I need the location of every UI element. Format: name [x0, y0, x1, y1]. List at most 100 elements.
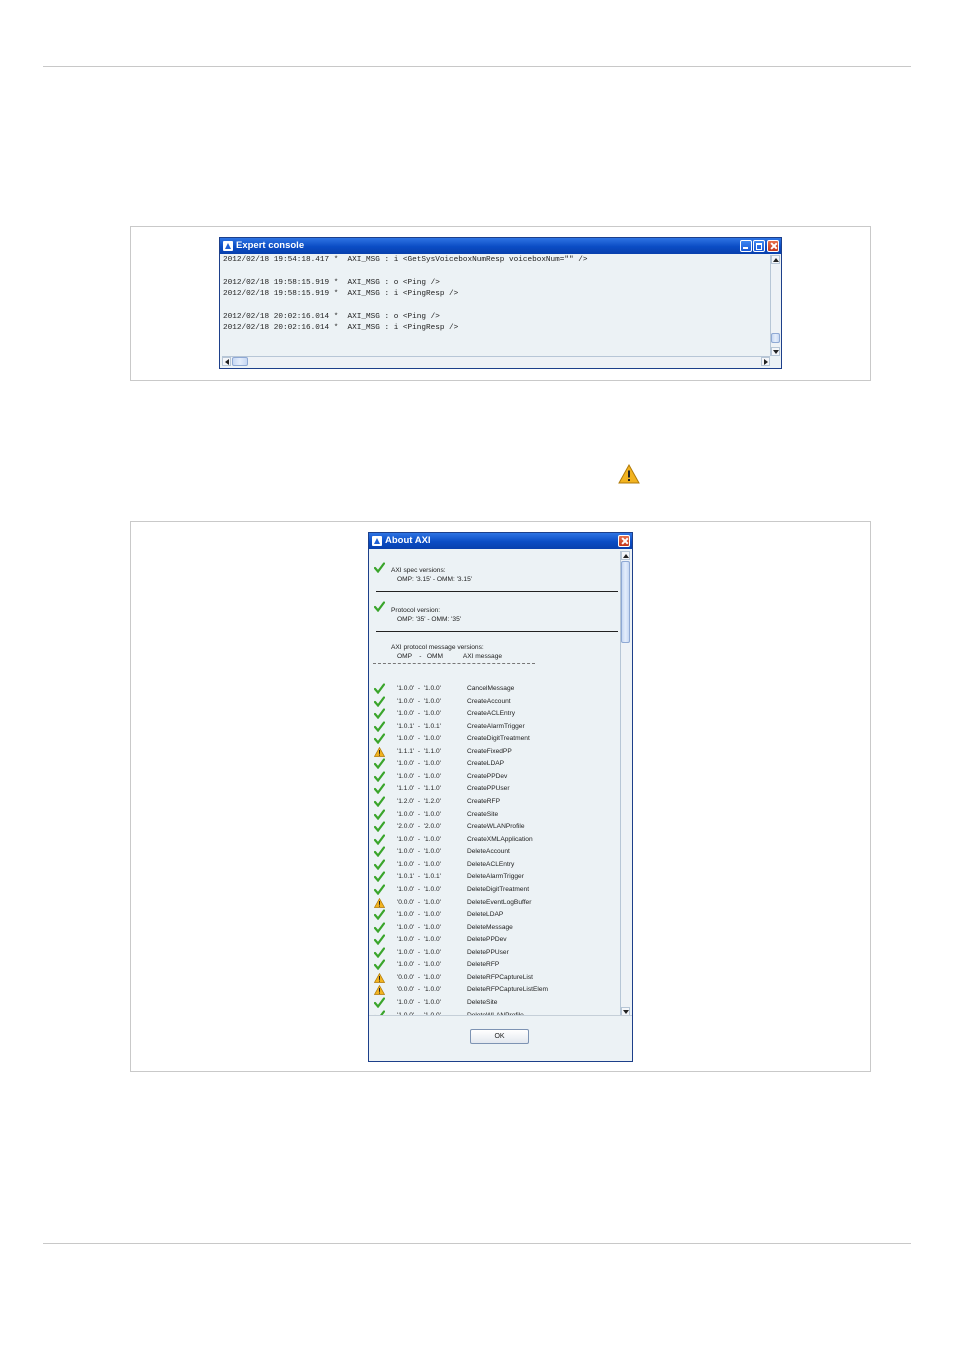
spec-versions-label: AXI spec versions:: [391, 567, 446, 574]
check-icon: [374, 884, 385, 895]
message-name: CreateLDAP: [467, 760, 505, 768]
protocol-version-label: Protocol version:: [391, 607, 441, 614]
top-rule: [43, 66, 911, 67]
console-line: 2012/02/18 19:58:15.919 * AXI_MSG : o <P…: [223, 278, 440, 287]
version-pair: '1.0.0' - '1.0.0': [397, 685, 441, 692]
message-version-row: '1.0.1' - '1.0.1' DeleteAlarmTrigger: [371, 871, 619, 884]
message-name: CreateDigitTreatment: [467, 735, 530, 743]
minimize-button[interactable]: [740, 240, 752, 252]
message-version-row: '1.0.0' - '1.0.0' DeleteMessage: [371, 922, 619, 935]
console-vertical-scrollbar[interactable]: [770, 255, 780, 356]
check-icon: [374, 758, 385, 770]
message-version-row: '1.1.0' - '1.1.0' CreatePPUser: [371, 783, 619, 796]
scroll-up-arrow-icon[interactable]: [771, 255, 780, 264]
scroll-left-arrow-icon[interactable]: [222, 357, 231, 366]
scroll-right-arrow-icon[interactable]: [761, 357, 770, 366]
console-log[interactable]: 2012/02/18 19:54:18.417 * AXI_MSG : i <G…: [222, 256, 768, 352]
message-version-row: '1.0.0' - '1.0.0' CreateAccount: [371, 695, 619, 709]
version-pair: '1.0.0' - '1.0.0': [397, 735, 441, 743]
message-version-row: '1.0.0' - '1.0.0' DeleteDigitTreatment: [371, 884, 619, 897]
maximize-button[interactable]: [753, 240, 765, 252]
message-name: DeleteRFPCaptureListElem: [467, 986, 548, 994]
message-version-row: '1.0.0' - '1.0.0' DeleteLDAP: [371, 909, 619, 922]
figure-about-axi: About AXI AXI spec versions: OMP: '3.15'…: [130, 521, 871, 1072]
close-button[interactable]: [618, 535, 630, 547]
scroll-up-arrow-icon[interactable]: [621, 551, 630, 560]
version-pair: '1.0.0' - '1.0.0': [397, 772, 441, 780]
scroll-thumb[interactable]: [621, 561, 630, 643]
check-icon: [374, 733, 385, 745]
check-icon: [374, 796, 385, 808]
check-icon: [374, 562, 385, 573]
check-icon: [374, 859, 385, 870]
message-name: CreateFixedPP: [467, 747, 512, 755]
message-name: DeleteDigitTreatment: [467, 885, 530, 893]
message-name: CancelMessage: [467, 685, 515, 692]
version-pair: '1.0.1' - '1.0.1': [397, 722, 441, 730]
console-line: 2012/02/18 19:54:18.417 * AXI_MSG : i <G…: [223, 256, 588, 264]
console-line: 2012/02/18 20:02:16.014 * AXI_MSG : i <P…: [223, 323, 459, 332]
message-version-row: '1.0.0' - '1.0.0' CreateSite: [371, 808, 619, 822]
dashed-separator: [373, 663, 535, 664]
version-pair: '1.0.0' - '1.0.0': [397, 810, 441, 818]
version-pair: '0.0.0' - '1.0.0': [397, 986, 441, 994]
version-pair: '1.0.1' - '1.0.1': [397, 873, 441, 881]
app-icon: [372, 536, 382, 546]
message-name: DeletePPDev: [467, 936, 507, 944]
check-icon: [374, 959, 385, 971]
message-name: DeleteAlarmTrigger: [467, 873, 524, 881]
message-version-row: '1.0.0' - '1.0.0' CreateXMLApplication: [371, 834, 619, 847]
expert-console-titlebar[interactable]: Expert console: [220, 238, 781, 254]
check-icon: [374, 783, 385, 795]
message-version-row: '0.0.0' - '1.0.0' DeleteRFPCaptureList: [371, 972, 619, 985]
horizontal-scroll-thumb[interactable]: [232, 357, 248, 366]
version-pair: '1.0.0' - '1.0.0': [397, 885, 441, 893]
message-version-row: '1.0.0' - '1.0.0' DeleteRFP: [371, 959, 619, 972]
console-horizontal-scrollbar[interactable]: [222, 356, 770, 366]
message-version-row: '1.0.0' - '1.0.0' CreateDigitTreatment: [371, 733, 619, 746]
spec-versions-values: OMP: '3.15' - OMM: '3.15': [397, 576, 473, 583]
check-icon: [374, 683, 385, 694]
message-name: CreateRFP: [467, 798, 500, 806]
message-name: CreateXMLApplication: [467, 835, 533, 843]
separator: [376, 591, 618, 592]
app-icon: [223, 241, 233, 251]
message-name: DeleteMessage: [467, 923, 513, 931]
check-icon: [374, 922, 385, 933]
check-icon: [374, 771, 385, 782]
message-version-row: '0.0.0' - '1.0.0' DeleteEventLogBuffer: [371, 897, 619, 910]
message-version-row: '1.0.0' - '1.0.0' DeletePPUser: [371, 947, 619, 960]
close-button[interactable]: [767, 240, 779, 252]
check-icon: [374, 934, 385, 946]
message-versions-header: OMP - OMM AXI message: [397, 653, 503, 660]
about-axi-window: About AXI AXI spec versions: OMP: '3.15'…: [368, 532, 633, 1062]
check-icon: [374, 909, 385, 921]
scroll-down-arrow-icon[interactable]: [771, 347, 780, 356]
about-vertical-scrollbar[interactable]: [620, 551, 630, 1016]
version-pair: '1.0.0' - '1.0.0': [397, 710, 441, 718]
message-version-row: '1.0.0' - '1.0.0' CreateACLEntry: [371, 708, 619, 721]
scroll-thumb[interactable]: [771, 333, 780, 343]
message-version-row: '0.0.0' - '1.0.0' DeleteRFPCaptureListEle…: [371, 984, 619, 997]
window-title: About AXI: [385, 535, 431, 546]
message-name: DeleteSite: [467, 999, 498, 1006]
expert-console-window: Expert console 2012/02/18 19:54:18.417 *…: [219, 237, 782, 369]
message-version-row: '1.1.1' - '1.1.0' CreateFixedPP: [371, 746, 619, 759]
message-name: CreateSite: [467, 810, 499, 818]
check-icon: [374, 721, 385, 732]
check-icon: [374, 871, 385, 883]
version-pair: '1.0.0' - '1.0.0': [397, 835, 441, 843]
message-name: CreateWLANProfile: [467, 823, 525, 831]
version-pair: '1.1.0' - '1.1.0': [397, 785, 441, 793]
version-pair: '0.0.0' - '1.0.0': [397, 898, 441, 906]
message-name: CreatePPUser: [467, 785, 510, 793]
version-pair: '1.0.0' - '1.0.0': [397, 936, 441, 944]
message-version-row: '1.2.0' - '1.2.0' CreateRFP: [371, 796, 619, 809]
message-version-row: '1.0.0' - '1.0.0' CreatePPDev: [371, 771, 619, 784]
warning-icon: [374, 972, 385, 983]
message-version-row: '2.0.0' - '2.0.0' CreateWLANProfile: [371, 821, 619, 834]
version-pair: '1.0.0' - '1.0.0': [397, 948, 441, 956]
about-axi-titlebar[interactable]: About AXI: [369, 533, 632, 549]
message-name: DeleteRFPCaptureList: [467, 973, 533, 981]
ok-button[interactable]: OK: [470, 1029, 529, 1044]
